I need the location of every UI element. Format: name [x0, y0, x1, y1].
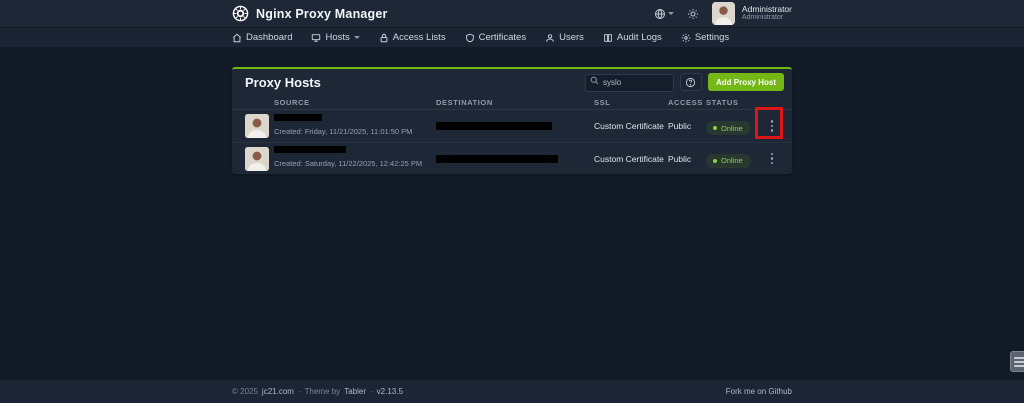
add-proxy-host-button[interactable]: Add Proxy Host: [708, 73, 784, 91]
redacted-source-text: [274, 114, 322, 121]
user-role: Administrator: [742, 14, 792, 22]
app-brand: Nginx Proxy Manager: [232, 5, 388, 22]
nav-item-dashboard[interactable]: Dashboard: [232, 32, 292, 43]
table-row[interactable]: Created: Friday, 11/21/2025, 11:01:50 PM…: [232, 110, 792, 142]
app-title: Nginx Proxy Manager: [256, 7, 388, 21]
nav-item-audit-logs[interactable]: Audit Logs: [603, 32, 662, 43]
table-header-row: Source Destination SSL Access Status: [232, 95, 792, 110]
destination-cell: [436, 122, 594, 130]
column-header-status: Status: [706, 98, 762, 107]
globe-icon: [654, 8, 666, 20]
online-dot-icon: [713, 126, 717, 130]
copyright-text: © 2025: [232, 387, 258, 396]
status-cell: Online: [706, 150, 762, 168]
access-cell: Public: [668, 121, 706, 131]
table-row[interactable]: Created: Saturday, 11/22/2025, 12:42:25 …: [232, 142, 792, 174]
source-cell: Created: Saturday, 11/22/2025, 12:42:25 …: [274, 146, 436, 171]
page-title: Proxy Hosts: [245, 75, 585, 90]
user-avatar: [712, 2, 735, 25]
redacted-destination-text: [436, 122, 552, 130]
created-date: Created: Saturday, 11/22/2025, 12:42:25 …: [274, 159, 422, 168]
source-cell: Created: Friday, 11/21/2025, 11:01:50 PM: [274, 114, 436, 139]
page-footer: © 2025 jc21.com · Theme by Tabler · v2.1…: [0, 380, 1024, 403]
proxy-hosts-card: Proxy Hosts Add Proxy Host Source Destin…: [232, 67, 792, 174]
lines-icon: [1014, 357, 1024, 359]
ssl-cell: Custom Certificate: [594, 154, 668, 164]
status-cell: Online: [706, 117, 762, 135]
nav-item-users[interactable]: Users: [545, 32, 584, 43]
gear-icon: [681, 33, 691, 43]
ssl-cell: Custom Certificate: [594, 121, 668, 131]
status-badge: Online: [706, 154, 751, 168]
search-input[interactable]: [585, 74, 674, 92]
destination-cell: [436, 155, 594, 163]
help-circle-icon: [685, 77, 696, 88]
app-header: Nginx Proxy Manager: [0, 0, 1024, 27]
main-nav: Dashboard Hosts Access Lists Certificate…: [0, 27, 1024, 47]
nav-item-certificates[interactable]: Certificates: [465, 32, 527, 43]
column-header-ssl: SSL: [594, 98, 668, 107]
book-icon: [603, 33, 613, 43]
redacted-destination-text: [436, 155, 558, 163]
tabler-link[interactable]: Tabler: [344, 387, 366, 396]
npm-logo-icon: [232, 5, 249, 22]
language-globe-button[interactable]: [654, 8, 674, 20]
column-header-access: Access: [668, 98, 706, 107]
monitor-icon: [311, 33, 321, 43]
column-header-source: Source: [274, 98, 436, 107]
redacted-source-text: [274, 146, 346, 153]
version-label: v2.13.5: [377, 387, 403, 396]
jc21-link[interactable]: jc21.com: [262, 387, 294, 396]
nav-item-access-lists[interactable]: Access Lists: [379, 32, 446, 43]
theme-toggle-button[interactable]: [687, 8, 699, 20]
shield-icon: [465, 33, 475, 43]
access-cell: Public: [668, 154, 706, 164]
kebab-menu-icon: [771, 120, 774, 123]
online-dot-icon: [713, 159, 717, 163]
sun-icon: [687, 8, 699, 20]
github-fork-link[interactable]: Fork me on Github: [726, 387, 792, 396]
lock-icon: [379, 33, 389, 43]
status-badge: Online: [706, 121, 751, 135]
row-actions-menu-button[interactable]: [765, 148, 779, 170]
created-date: Created: Friday, 11/21/2025, 11:01:50 PM: [274, 127, 412, 136]
nav-item-settings[interactable]: Settings: [681, 32, 729, 43]
user-icon: [545, 33, 555, 43]
nav-item-hosts[interactable]: Hosts: [311, 32, 359, 43]
chevron-down-icon: [354, 36, 360, 39]
owner-avatar: [245, 114, 269, 138]
browser-extension-button[interactable]: [1010, 351, 1024, 372]
user-name: Administrator: [742, 5, 792, 15]
row-actions-menu-button[interactable]: [765, 115, 779, 137]
owner-avatar: [245, 147, 269, 171]
theme-credit: Theme by: [305, 387, 341, 396]
help-button[interactable]: [680, 73, 702, 91]
user-menu[interactable]: Administrator Administrator: [712, 2, 792, 25]
kebab-menu-icon: [771, 153, 774, 156]
column-header-destination: Destination: [436, 98, 594, 107]
chevron-down-icon: [668, 12, 674, 15]
home-icon: [232, 33, 242, 43]
